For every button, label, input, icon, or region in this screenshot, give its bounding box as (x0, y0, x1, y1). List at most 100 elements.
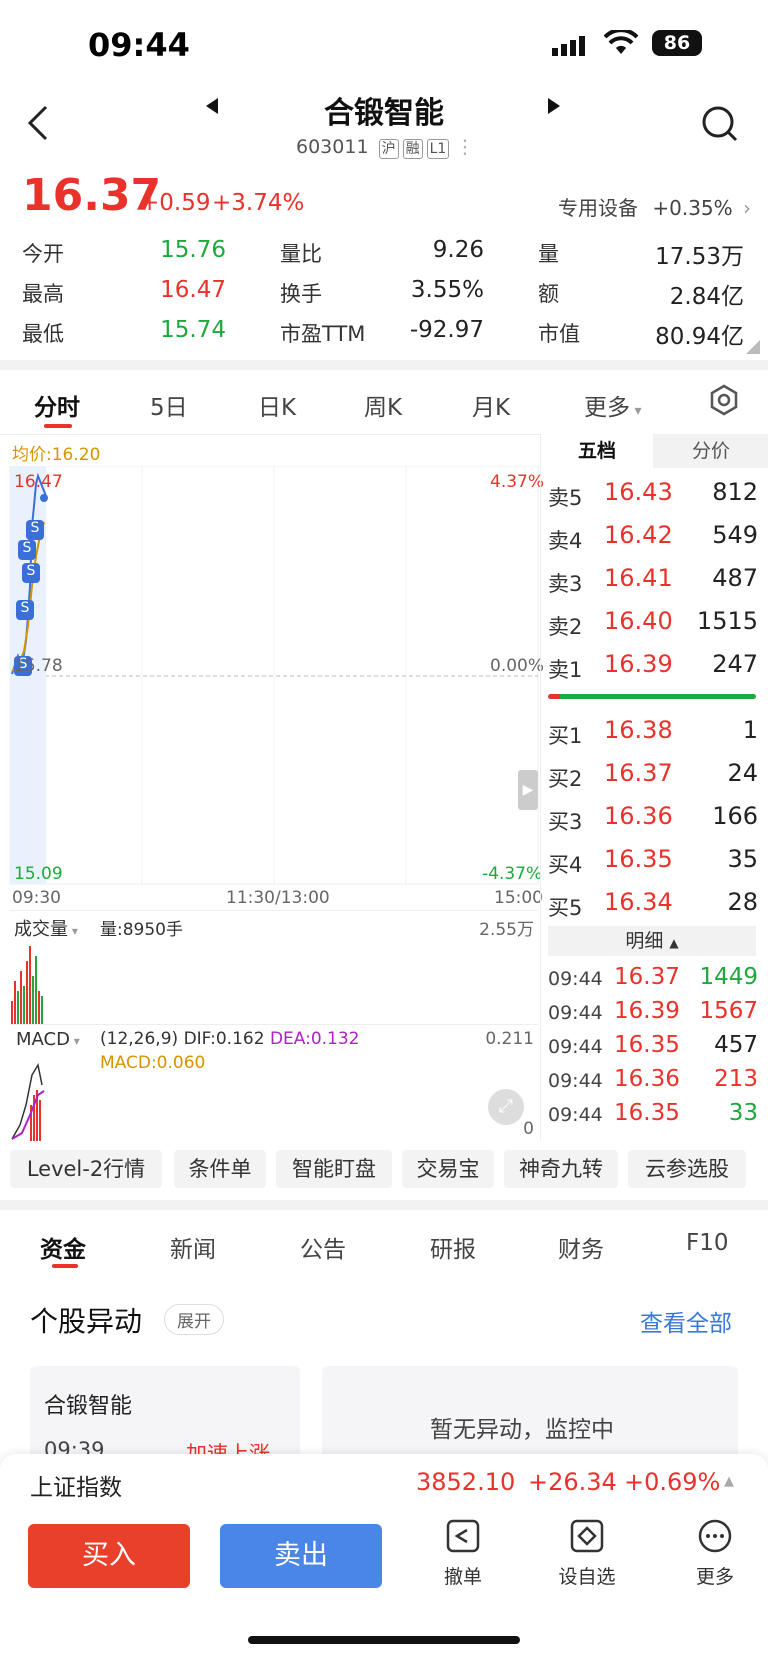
x-axis-mid: 11:30/13:00 (226, 888, 330, 908)
bid-row[interactable]: 买4 16.35 35 (548, 841, 758, 883)
signal-marker[interactable]: S (18, 540, 36, 560)
signal-marker[interactable]: S (22, 563, 40, 583)
ask-level: 卖2 (548, 615, 583, 639)
tab-funds[interactable]: 资金 (40, 1230, 86, 1264)
tool-smart-watch[interactable]: 智能盯盘 (276, 1150, 392, 1188)
signal-marker[interactable]: S (26, 520, 44, 540)
stat-value: 15.74 (160, 317, 226, 343)
volume-label: 成交量 (14, 919, 68, 940)
status-time: 09:44 (88, 26, 190, 64)
tab-news[interactable]: 新闻 (170, 1230, 216, 1264)
tool-magic-nine[interactable]: 神奇九转 (504, 1150, 618, 1188)
tab-intraday[interactable]: 分时 (34, 388, 80, 422)
tab-weekly[interactable]: 周K (364, 388, 402, 422)
trade-row: 09:44 16.39 1567 (548, 994, 758, 1028)
sell-button[interactable]: 卖出 (220, 1524, 382, 1588)
ask-row[interactable]: 卖5 16.43 812 (548, 474, 758, 516)
tab-more-label: 更多 (584, 395, 630, 421)
macd-panel: MACD ▾ (12,26,9) DIF:0.162 DEA:0.132 MAC… (10, 1024, 538, 1141)
bid-row[interactable]: 买3 16.36 166 (548, 798, 758, 840)
avg-price-label: 均价:16.20 (12, 445, 101, 465)
volume-selector[interactable]: 成交量 ▾ (14, 915, 78, 941)
tab-monthly[interactable]: 月K (472, 388, 510, 422)
tab-f10[interactable]: F10 (686, 1230, 729, 1256)
trade-row: 09:44 16.37 1449 (548, 960, 758, 994)
tab-daily[interactable]: 日K (258, 388, 296, 422)
tab-5day[interactable]: 5日 (150, 388, 188, 422)
stat-value: 9.26 (432, 237, 484, 263)
settings-icon[interactable] (708, 384, 740, 420)
sector-name: 专用设备 (558, 196, 638, 220)
buy-button[interactable]: 买入 (28, 1524, 190, 1588)
macd-lines (11, 1062, 45, 1141)
trade-row: 09:44 16.36 213 (548, 1062, 758, 1096)
x-axis-end: 15:00 (494, 888, 543, 908)
ask-row[interactable]: 卖4 16.42 549 (548, 517, 758, 559)
index-bar[interactable]: 上证指数 3852.10 +26.34 +0.69% ▲ (0, 1454, 768, 1514)
tool-condition-order[interactable]: 条件单 (174, 1150, 266, 1188)
tab-finance[interactable]: 财务 (558, 1230, 604, 1264)
tag-margin: 融 (402, 139, 423, 159)
signal-icon (552, 34, 592, 60)
tool-cloud-stock[interactable]: 云参选股 (628, 1150, 746, 1188)
tab-five-level[interactable]: 五档 (541, 434, 653, 468)
index-change: +26.34 (528, 1468, 617, 1496)
tab-research[interactable]: 研报 (430, 1230, 476, 1264)
bid-volume: 28 (727, 888, 758, 916)
movement-card[interactable]: 合锻智能 09:39 加速上涨 (30, 1366, 300, 1466)
stat-value: 17.53万 (655, 244, 744, 270)
bid-level: 买5 (548, 896, 583, 920)
more-button[interactable]: 更多 (680, 1518, 750, 1589)
ratio-bar-green (560, 694, 756, 699)
signal-marker[interactable]: S (16, 600, 34, 620)
bid-price: 16.38 (604, 716, 673, 744)
chevron-right-icon: › (743, 196, 752, 220)
expand-button[interactable]: 展开 (164, 1304, 224, 1335)
tool-trade-treasure[interactable]: 交易宝 (402, 1150, 494, 1188)
pct-axis-bottom: -4.37% (482, 864, 543, 884)
ask-price: 16.43 (604, 478, 673, 506)
stat-value: 2.84亿 (669, 284, 744, 310)
macd-value: MACD:0.060 (100, 1053, 206, 1073)
intraday-chart[interactable] (8, 466, 540, 886)
stat-label: 今开 (22, 242, 64, 266)
more-dots-icon[interactable]: ⋮ (455, 136, 474, 158)
macd-dif: DIF:0.162 (183, 1029, 265, 1049)
fullscreen-icon[interactable]: ⤢ (488, 1089, 524, 1125)
stat-label: 换手 (280, 282, 322, 306)
tab-price-dist[interactable]: 分价 (653, 434, 768, 468)
macd-dea: DEA:0.132 (269, 1029, 360, 1049)
ask-price: 16.42 (604, 521, 673, 549)
ask-row[interactable]: 卖1 16.39 247 (548, 646, 758, 688)
bid-row[interactable]: 买5 16.34 28 (548, 884, 758, 926)
bid-row[interactable]: 买2 16.37 24 (548, 755, 758, 797)
ask-row[interactable]: 卖2 16.40 1515 (548, 603, 758, 645)
bid-price: 16.35 (604, 845, 673, 873)
next-stock-icon[interactable] (546, 98, 560, 118)
stat-label: 最低 (22, 322, 64, 346)
tool-level2[interactable]: Level-2行情 (10, 1150, 162, 1188)
sector-link[interactable]: 专用设备 +0.35% › (558, 192, 751, 221)
macd-label: MACD (16, 1029, 70, 1050)
tab-more[interactable]: 更多 ▾ (584, 388, 641, 422)
add-watchlist-button[interactable]: 设自选 (552, 1518, 622, 1589)
macd-selector[interactable]: MACD ▾ (16, 1029, 80, 1050)
cancel-order-label: 撤单 (443, 1566, 482, 1588)
bid-level: 买2 (548, 767, 583, 791)
ask-row[interactable]: 卖3 16.41 487 (548, 560, 758, 602)
cancel-order-button[interactable]: 撤单 (428, 1518, 498, 1589)
view-all-link[interactable]: 查看全部 (640, 1304, 732, 1338)
detail-toggle[interactable]: 明细 ▲ (548, 926, 756, 956)
search-icon[interactable] (700, 104, 740, 148)
trade-volume: 213 (714, 1066, 758, 1092)
index-pct: +0.69% (624, 1468, 721, 1496)
movement-empty: 暂无异动，监控中 (322, 1366, 738, 1466)
bid-row[interactable]: 买1 16.38 1 (548, 712, 758, 754)
caret-up-icon[interactable]: ▲ (724, 1474, 734, 1489)
expand-chart-handle[interactable]: ▶ (518, 770, 538, 810)
stat-value: 15.76 (160, 237, 226, 263)
bid-level: 买3 (548, 810, 583, 834)
movement-title: 个股异动 (30, 1305, 143, 1338)
tab-announcements[interactable]: 公告 (300, 1230, 346, 1264)
battery-icon: 86 (652, 30, 702, 56)
